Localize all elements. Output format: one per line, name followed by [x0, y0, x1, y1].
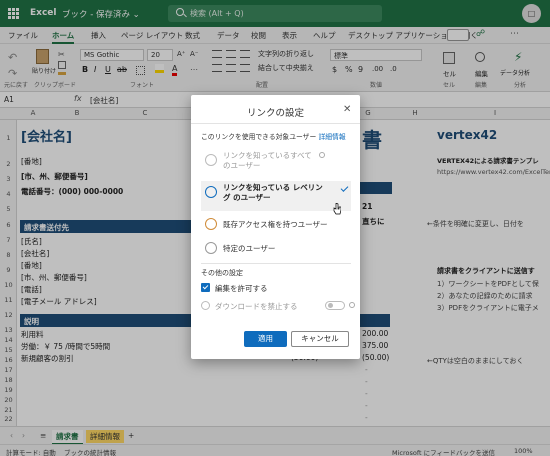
- option-anyone-line1: リンクを知っているすべて: [223, 151, 312, 160]
- learn-more-link[interactable]: 詳細情報: [318, 133, 345, 141]
- dialog-title: リンクの設定: [246, 108, 304, 119]
- allow-editing-label: 編集を許可する: [215, 284, 268, 293]
- option-organization[interactable]: リンクを知っている レベリン グ のユーザー: [201, 181, 351, 211]
- option-organization-line2: グ のユーザー: [223, 193, 271, 202]
- option-anyone-label: リンクを知っているすべて のユーザー: [223, 151, 312, 171]
- block-download-label: ダウンロードを禁止する: [215, 302, 298, 311]
- block-download-icon: [201, 301, 210, 310]
- option-organization-line1: リンクを知っている レベリン: [223, 183, 323, 192]
- people-icon: [205, 242, 217, 254]
- apply-button[interactable]: 適用: [244, 331, 287, 347]
- audience-subtitle: このリンクを使用できる対象ユーザー 詳細情報: [201, 131, 346, 141]
- info-icon[interactable]: [349, 302, 355, 308]
- option-anyone[interactable]: リンクを知っているすべて のユーザー: [201, 149, 351, 176]
- globe-icon: [205, 154, 217, 166]
- building-icon: [205, 186, 217, 198]
- option-existing-access[interactable]: 既存アクセス権を持つユーザー: [201, 215, 351, 235]
- option-anyone-line2: のユーザー: [223, 161, 261, 170]
- allow-editing-row[interactable]: 編集を許可する: [201, 283, 351, 293]
- people-access-icon: [205, 218, 217, 230]
- check-icon: [340, 184, 349, 192]
- cancel-button[interactable]: キャンセル: [291, 331, 349, 347]
- option-existing-access-label: 既存アクセス権を持つユーザー: [223, 220, 328, 229]
- block-download-toggle[interactable]: [325, 301, 345, 310]
- info-icon[interactable]: [319, 152, 325, 158]
- option-organization-label: リンクを知っている レベリン グ のユーザー: [223, 183, 323, 203]
- close-icon[interactable]: ✕: [343, 104, 351, 115]
- dialog-divider: [191, 123, 360, 124]
- link-settings-dialog: リンクの設定 ✕ このリンクを使用できる対象ユーザー 詳細情報 リンクを知ってい…: [191, 95, 360, 359]
- option-specific-people-label: 特定のユーザー: [223, 244, 276, 253]
- dialog-divider: [201, 263, 351, 264]
- other-settings-heading: その他の設定: [201, 269, 243, 277]
- option-specific-people[interactable]: 特定のユーザー: [201, 239, 351, 259]
- hand-cursor-icon: [333, 203, 341, 215]
- audience-subtitle-text: このリンクを使用できる対象ユーザー: [201, 133, 317, 141]
- block-download-row[interactable]: ダウンロードを禁止する: [201, 301, 355, 311]
